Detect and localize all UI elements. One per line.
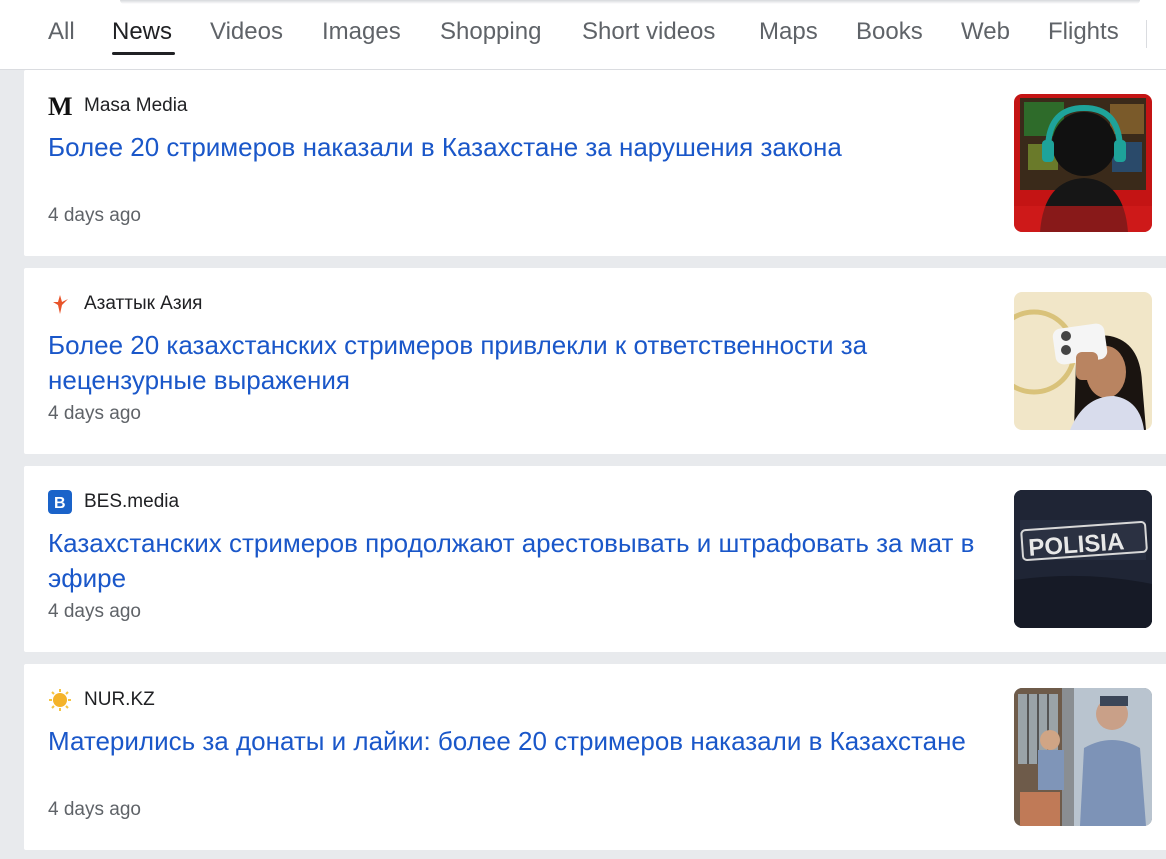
result-time: 4 days ago	[48, 601, 141, 622]
masa-media-logo-icon: M	[48, 94, 72, 118]
girl-taking-selfie-thumbnail[interactable]	[1014, 292, 1152, 430]
news-result-card[interactable]: M Masa Media Более 20 стримеров наказали…	[24, 70, 1166, 256]
source-name: Masa Media	[84, 95, 188, 116]
bes-media-logo-icon: B	[48, 490, 72, 514]
tabs-divider	[1146, 20, 1147, 48]
result-time: 4 days ago	[48, 403, 141, 424]
tab-flights[interactable]: Flights	[1048, 16, 1119, 48]
tab-maps[interactable]: Maps	[759, 16, 818, 48]
tab-books[interactable]: Books	[856, 16, 923, 48]
tab-shopping[interactable]: Shopping	[440, 16, 541, 48]
result-headline-link[interactable]: Более 20 казахстанских стримеров привлек…	[48, 328, 998, 398]
result-time: 4 days ago	[48, 205, 141, 226]
tab-web[interactable]: Web	[961, 16, 1010, 48]
azattyk-logo-icon	[48, 292, 72, 316]
source-name: BES.media	[84, 491, 180, 512]
news-result-card[interactable]: B BES.media Казахстанских стримеров прод…	[24, 466, 1166, 652]
active-tab-indicator	[112, 52, 175, 55]
tab-images[interactable]: Images	[322, 16, 401, 48]
gamer-with-headphones-thumbnail[interactable]	[1014, 94, 1152, 232]
result-source: NUR.KZ	[48, 688, 155, 712]
news-result-card[interactable]: NUR.KZ Матерились за донаты и лайки: бол…	[24, 664, 1166, 850]
police-uniform-thumbnail[interactable]: POLISIA	[1014, 490, 1152, 628]
news-result-card[interactable]: Азаттык Азия Более 20 казахстанских стри…	[24, 268, 1166, 454]
tab-all[interactable]: All	[48, 16, 75, 48]
result-time: 4 days ago	[48, 799, 141, 820]
result-source: B BES.media	[48, 490, 179, 514]
svg-text:B: B	[54, 495, 66, 512]
svg-text:M: M	[48, 94, 72, 118]
search-box-shadow	[120, 0, 1140, 4]
source-name: Азаттык Азия	[84, 293, 203, 314]
result-source: Азаттык Азия	[48, 292, 202, 316]
nur-kz-logo-icon	[48, 688, 72, 712]
result-source: M Masa Media	[48, 94, 188, 118]
tab-videos[interactable]: Videos	[210, 16, 283, 48]
police-officers-thumbnail[interactable]	[1014, 688, 1152, 826]
tab-news[interactable]: News	[112, 16, 172, 48]
result-headline-link[interactable]: Казахстанских стримеров продолжают арест…	[48, 526, 998, 596]
result-headline-link[interactable]: Более 20 стримеров наказали в Казахстане…	[48, 130, 998, 165]
tab-short-videos[interactable]: Short videos	[582, 16, 715, 48]
search-tabs-bar: All News Videos Images Shopping Short vi…	[0, 0, 1166, 70]
result-headline-link[interactable]: Матерились за донаты и лайки: более 20 с…	[48, 724, 998, 759]
source-name: NUR.KZ	[84, 689, 155, 710]
